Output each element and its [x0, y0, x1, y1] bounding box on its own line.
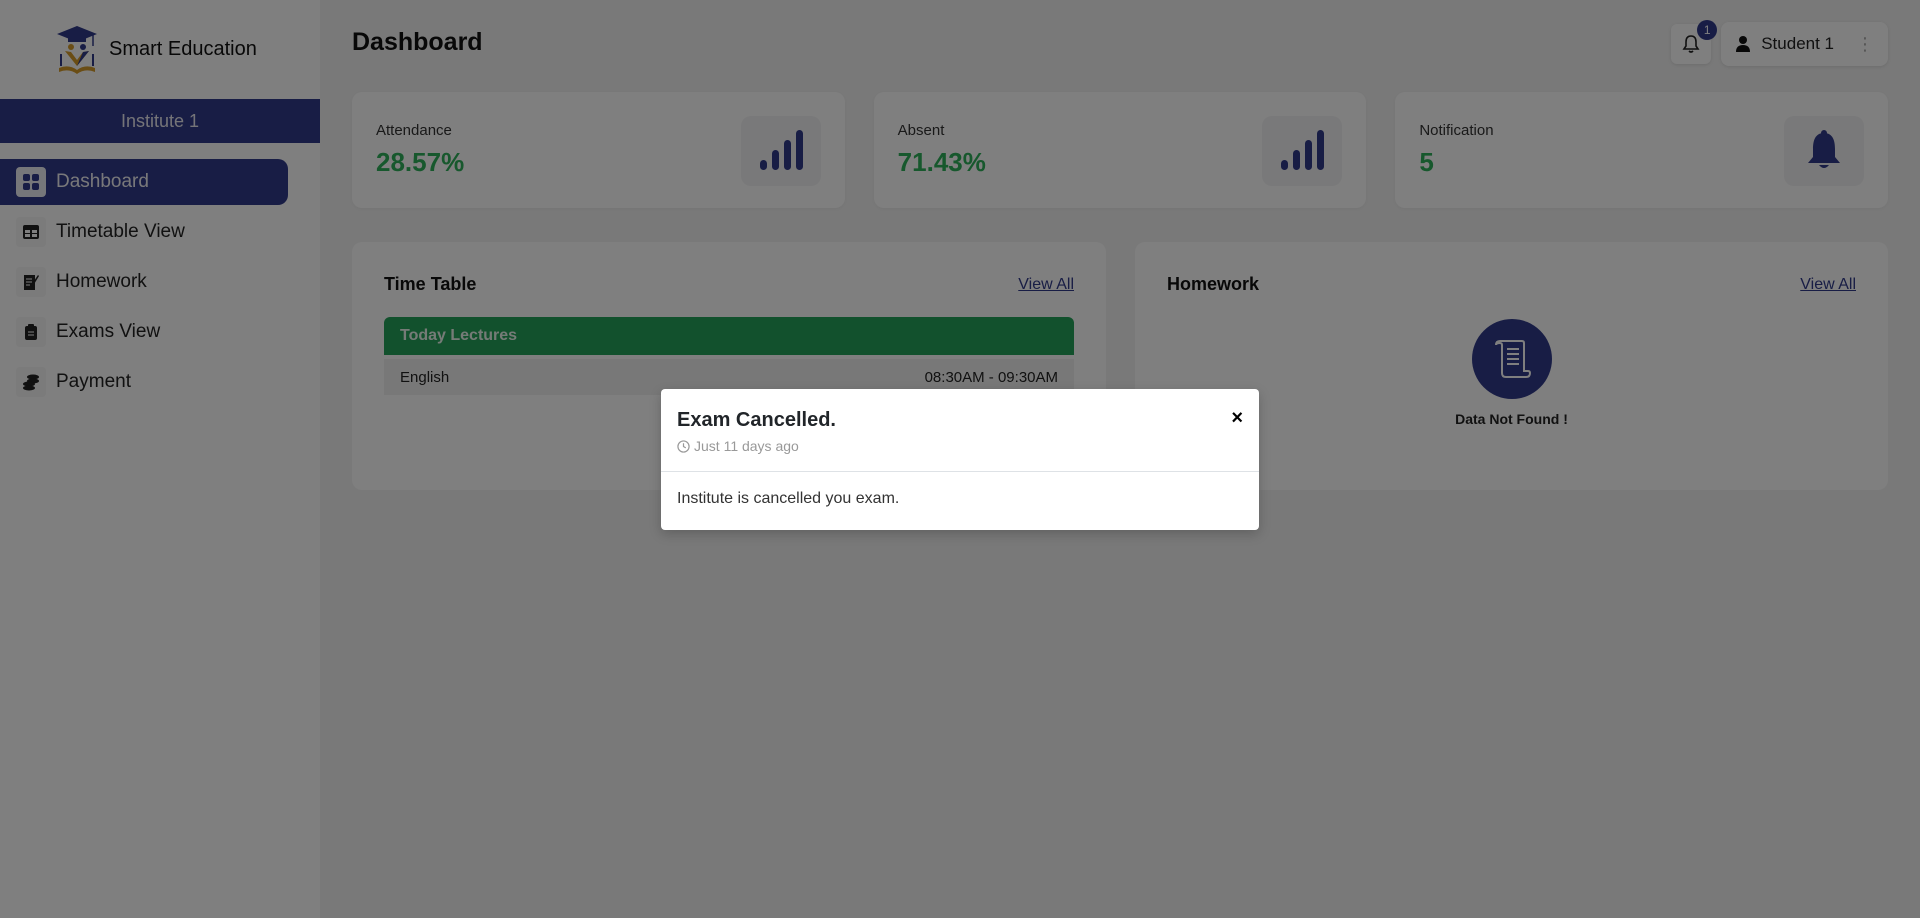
- notification-modal: Exam Cancelled. Just 11 days ago × Insti…: [661, 389, 1259, 530]
- modal-time-text: Just 11 days ago: [694, 438, 799, 454]
- modal-title: Exam Cancelled.: [677, 409, 836, 431]
- modal-body: Institute is cancelled you exam.: [677, 490, 900, 507]
- close-icon[interactable]: ×: [1231, 407, 1243, 430]
- clock-icon: [677, 439, 690, 453]
- modal-timestamp: Just 11 days ago: [677, 438, 1243, 454]
- modal-header: Exam Cancelled. Just 11 days ago ×: [661, 389, 1259, 472]
